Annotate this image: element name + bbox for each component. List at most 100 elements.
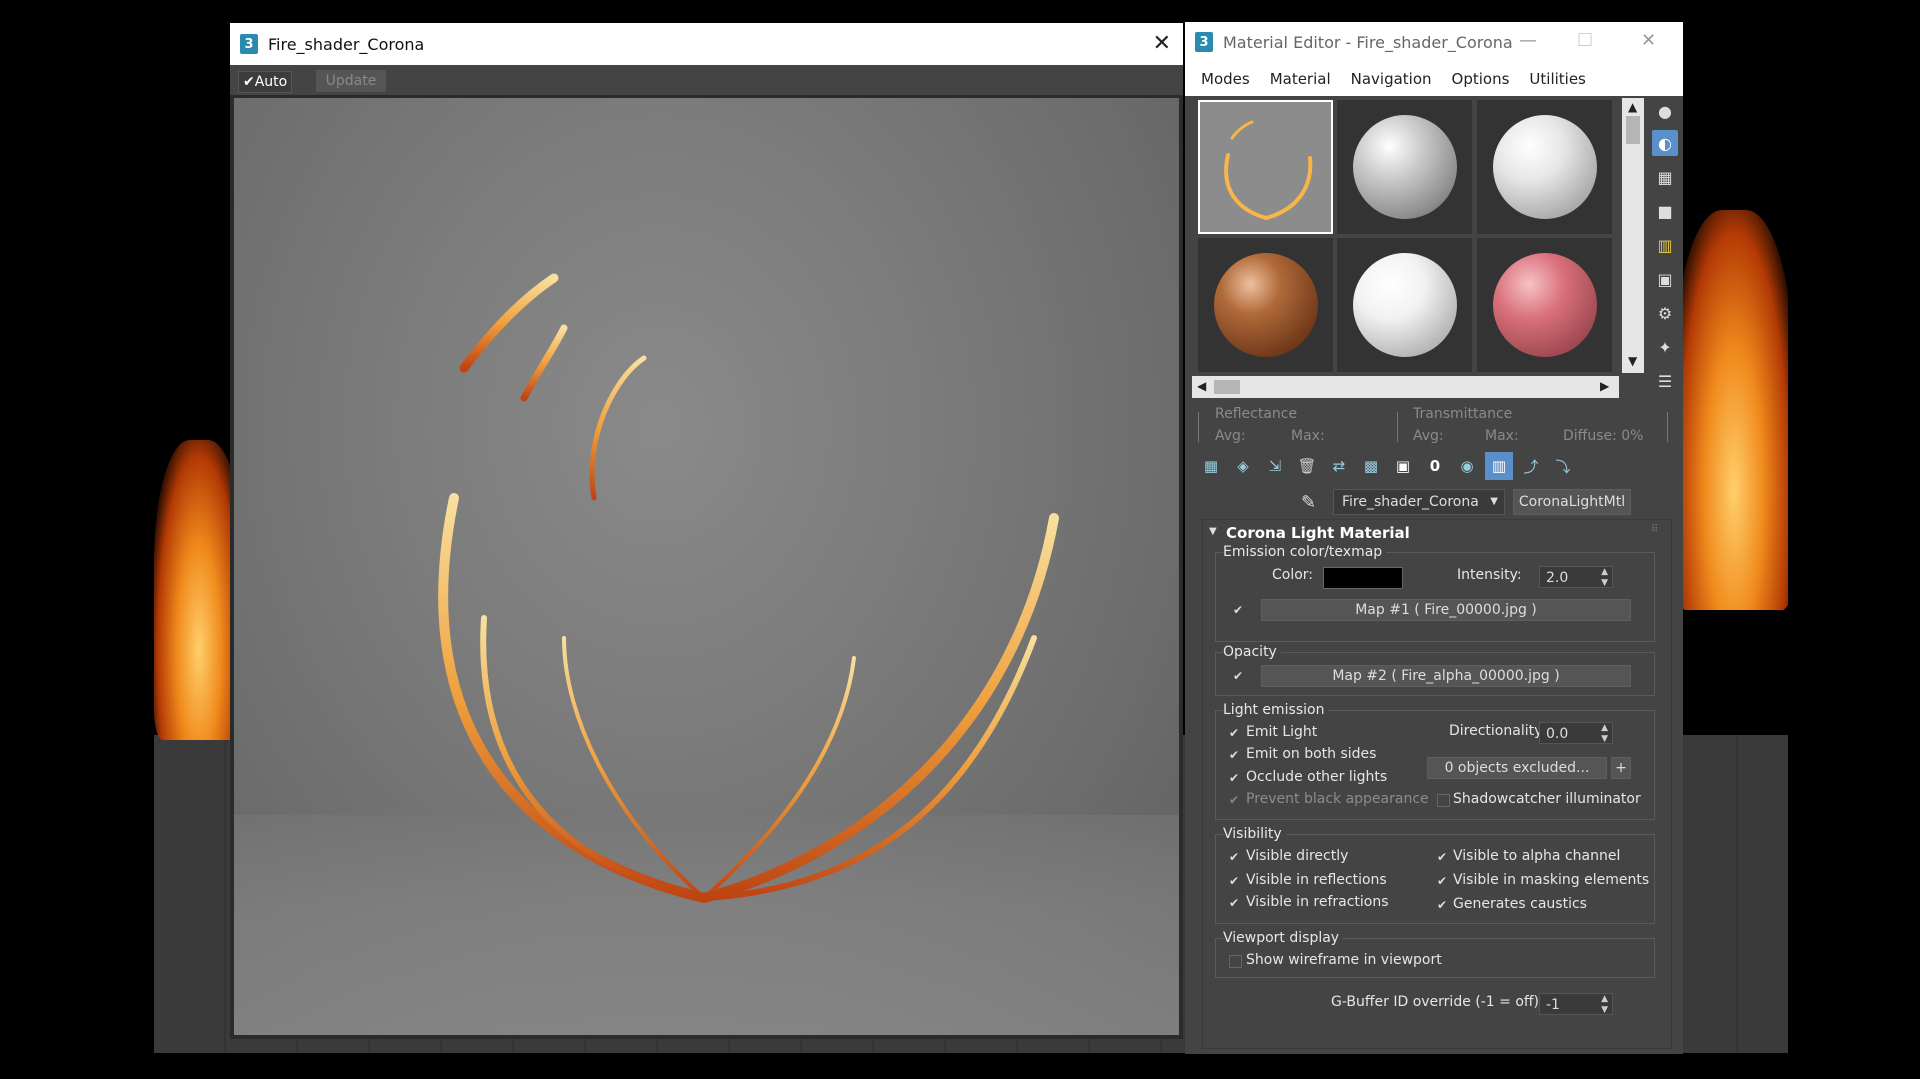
spinner-arrows-icon[interactable]: ▲ ▼ (1601, 567, 1608, 589)
scroll-right-icon[interactable]: ▶ (1600, 379, 1609, 393)
scroll-down-icon[interactable]: ▼ (1628, 354, 1637, 368)
material-type-button[interactable]: CoronaLightMtl (1513, 489, 1631, 515)
make-preview-icon[interactable]: ▣ (1652, 266, 1678, 292)
material-id-zero-icon[interactable]: 0 (1421, 452, 1449, 480)
options-icon[interactable]: ⚙ (1652, 300, 1678, 326)
get-material-icon[interactable]: ▦ (1197, 452, 1225, 480)
visible-masking-checkbox[interactable]: ✔ (1437, 875, 1449, 887)
spinner-arrows-icon[interactable]: ▲ ▼ (1601, 723, 1608, 745)
transmittance-end-divider (1667, 412, 1668, 442)
directionality-value: 0.0 (1546, 726, 1569, 742)
material-map-navigator-icon[interactable]: ☰ (1652, 368, 1678, 394)
collapse-arrow-icon[interactable]: ▼ (1209, 526, 1217, 537)
minimize-icon[interactable]: — (1519, 30, 1537, 51)
3dsmax-app-icon: 3 (240, 34, 258, 54)
visible-refractions-label: Visible in refractions (1246, 894, 1389, 910)
visible-directly-checkbox[interactable]: ✔ (1229, 851, 1241, 863)
emission-group-label: Emission color/texmap (1223, 544, 1387, 560)
rollout-title[interactable]: Corona Light Material (1226, 524, 1410, 542)
opacity-map-checkbox[interactable]: ✔ (1233, 670, 1245, 682)
close-icon[interactable]: ✕ (1641, 30, 1656, 51)
gbuffer-spinner[interactable]: -1 ▲ ▼ (1539, 993, 1613, 1015)
put-to-library-icon[interactable]: ▩ (1357, 452, 1385, 480)
visible-reflections-label: Visible in reflections (1246, 872, 1387, 888)
menu-utilities[interactable]: Utilities (1529, 70, 1585, 88)
material-sphere (1493, 253, 1597, 357)
maximize-icon[interactable]: ☐ (1577, 30, 1593, 51)
emission-color-swatch[interactable] (1323, 567, 1403, 589)
reset-map-icon[interactable]: 🗑 (1293, 452, 1321, 480)
material-editor-titlebar: 3 Material Editor - Fire_shader_Corona —… (1185, 22, 1683, 62)
chevron-down-icon: ▼ (1490, 496, 1498, 507)
emission-map-button[interactable]: Map #1 ( Fire_00000.jpg ) (1261, 599, 1631, 621)
background-icon[interactable]: ▦ (1652, 164, 1678, 190)
transmittance-max: Max: (1485, 428, 1519, 444)
spinner-arrows-icon[interactable]: ▲ ▼ (1601, 994, 1608, 1016)
generates-caustics-checkbox[interactable]: ✔ (1437, 899, 1449, 911)
update-button[interactable]: Update (316, 70, 386, 92)
scroll-up-icon[interactable]: ▲ (1628, 100, 1637, 114)
go-forward-sibling-icon[interactable]: ⤵ (1549, 452, 1577, 480)
directionality-label: Directionality: (1449, 723, 1547, 739)
prevent-black-checkbox: ✔ (1229, 793, 1240, 807)
render-window-titlebar: 3 Fire_shader_Corona ✕ (230, 23, 1183, 65)
viewport-fire-right (1674, 210, 1788, 610)
intensity-spinner[interactable]: 2.0 ▲ ▼ (1539, 566, 1613, 588)
emit-both-sides-checkbox[interactable]: ✔ (1229, 749, 1241, 761)
backlight-icon[interactable]: ◐ (1652, 130, 1678, 156)
menu-modes[interactable]: Modes (1201, 70, 1250, 88)
sample-uv-tiling-icon[interactable]: ■ (1652, 198, 1678, 224)
video-color-check-icon[interactable]: ▥ (1652, 232, 1678, 258)
assign-to-selection-icon[interactable]: ⇲ (1261, 452, 1289, 480)
rollout-grip-icon: ⠿ (1651, 524, 1659, 535)
sample-slot-4[interactable] (1198, 238, 1333, 372)
material-name-value: Fire_shader_Corona (1342, 494, 1479, 510)
menu-options[interactable]: Options (1452, 70, 1510, 88)
material-id-channel-icon[interactable]: ▣ (1389, 452, 1417, 480)
gbuffer-label: G-Buffer ID override (-1 = off): (1331, 994, 1544, 1010)
material-editor-title: Material Editor - Fire_shader_Corona (1223, 32, 1513, 52)
visible-directly-label: Visible directly (1246, 848, 1349, 864)
material-name-field[interactable]: Fire_shader_Corona ▼ (1333, 489, 1505, 515)
put-to-scene-icon[interactable]: ◈ (1229, 452, 1257, 480)
render-view (234, 98, 1179, 1035)
go-to-parent-icon[interactable]: ⤴ (1517, 452, 1545, 480)
make-unique-icon[interactable]: ⇄ (1325, 452, 1353, 480)
opacity-map-button[interactable]: Map #2 ( Fire_alpha_00000.jpg ) (1261, 665, 1631, 687)
show-shaded-map-icon[interactable]: ◉ (1453, 452, 1481, 480)
menu-navigation[interactable]: Navigation (1351, 70, 1432, 88)
visible-reflections-checkbox[interactable]: ✔ (1229, 875, 1241, 887)
sample-slot-5[interactable] (1337, 238, 1472, 372)
shadowcatcher-checkbox[interactable] (1437, 794, 1450, 807)
occlude-other-checkbox[interactable]: ✔ (1229, 772, 1241, 784)
directionality-spinner[interactable]: 0.0 ▲ ▼ (1539, 722, 1613, 744)
show-wireframe-checkbox[interactable] (1229, 955, 1242, 968)
visible-refractions-checkbox[interactable]: ✔ (1229, 897, 1241, 909)
gbuffer-value: -1 (1546, 997, 1560, 1013)
select-by-material-icon[interactable]: ✦ (1652, 334, 1678, 360)
sample-slot-3[interactable] (1477, 100, 1612, 234)
sample-type-icon[interactable]: ● (1652, 98, 1678, 124)
slots-horizontal-scrollbar[interactable]: ◀ ▶ (1192, 376, 1619, 398)
reflectance-max: Max: (1291, 428, 1325, 444)
auto-checkbox[interactable]: ✔Auto (238, 71, 293, 93)
emission-map-checkbox[interactable]: ✔ (1233, 604, 1245, 616)
emit-light-checkbox[interactable]: ✔ (1229, 727, 1241, 739)
close-icon[interactable]: ✕ (1153, 31, 1171, 56)
visible-alpha-checkbox[interactable]: ✔ (1437, 851, 1449, 863)
slots-vertical-scrollbar[interactable]: ▲ ▼ (1622, 98, 1644, 373)
scroll-left-icon[interactable]: ◀ (1197, 379, 1206, 393)
objects-excluded-button[interactable]: 0 objects excluded... (1427, 757, 1607, 779)
viewport-display-group-label: Viewport display (1223, 930, 1344, 946)
scroll-thumb[interactable] (1214, 380, 1240, 394)
show-end-result-icon[interactable]: ▥ (1485, 452, 1513, 480)
sample-slot-2[interactable] (1337, 100, 1472, 234)
menu-material[interactable]: Material (1270, 70, 1331, 88)
eyedropper-icon[interactable]: ✎ (1301, 492, 1316, 513)
add-exclusion-button[interactable]: + (1611, 757, 1631, 779)
sample-slot-fire[interactable] (1198, 100, 1333, 234)
scroll-thumb[interactable] (1626, 116, 1640, 144)
reflectance-label: Reflectance (1215, 406, 1298, 422)
sample-slot-6[interactable] (1477, 238, 1612, 372)
material-toolbar: ▦ ◈ ⇲ 🗑 ⇄ ▩ ▣ 0 ◉ ▥ ⤴ ⤵ (1197, 452, 1577, 482)
